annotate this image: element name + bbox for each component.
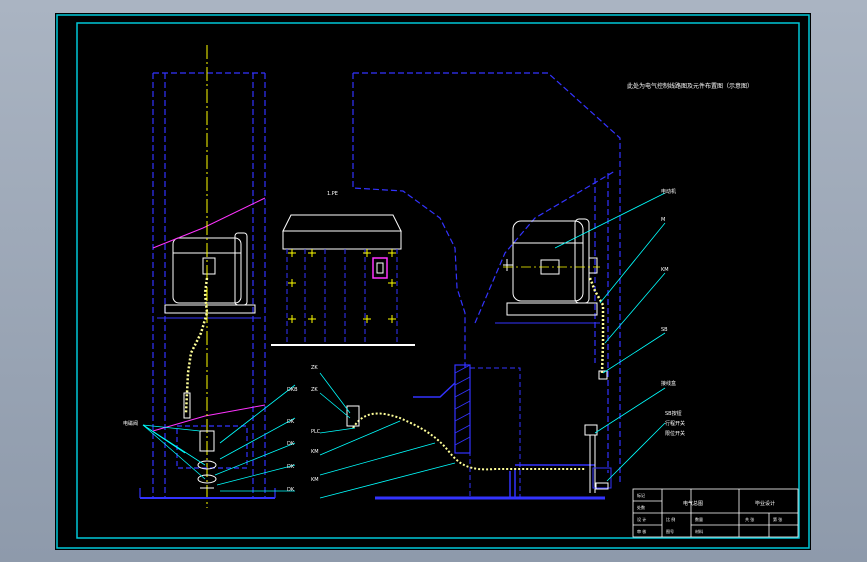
left-chain-end	[183, 392, 191, 419]
left-motor	[157, 232, 261, 319]
top-note: 此处为电气控制线路图及元件布置图（示意图）	[627, 82, 753, 90]
svg-text:标记: 标记	[637, 492, 645, 498]
svg-text:比 例: 比 例	[666, 516, 675, 522]
svg-text:DKB: DKB	[287, 387, 298, 393]
svg-text:M: M	[661, 217, 665, 223]
svg-text:审 核: 审 核	[637, 528, 646, 534]
svg-text:限位开关: 限位开关	[665, 430, 685, 437]
svg-text:KM: KM	[311, 477, 319, 483]
hatched-wall	[413, 364, 521, 499]
svg-text:电动机: 电动机	[661, 188, 676, 195]
svg-text:共 张: 共 张	[745, 516, 754, 522]
svg-text:SB按钮: SB按钮	[665, 410, 682, 417]
center-label: 1.PE	[327, 191, 338, 197]
svg-text:处数: 处数	[637, 504, 645, 510]
svg-text:行程开关: 行程开关	[665, 420, 685, 427]
left-column	[152, 72, 266, 498]
title-block	[632, 488, 799, 538]
svg-text:接线盒: 接线盒	[661, 380, 676, 387]
svg-text:DK: DK	[287, 419, 295, 425]
right-motor	[495, 218, 600, 324]
mid-callouts: DKB DK DK DK DK	[287, 387, 298, 493]
right-chain	[588, 277, 605, 374]
svg-text:第 张: 第 张	[773, 516, 782, 522]
title-design-cell: 毕业设计	[755, 500, 775, 507]
svg-text:图号: 图号	[666, 528, 674, 534]
right-junction	[584, 424, 612, 493]
svg-text:设 计: 设 计	[637, 516, 646, 522]
svg-text:DK: DK	[287, 487, 295, 493]
left-callout-label: 电磁阀	[123, 420, 138, 427]
svg-text:DK: DK	[287, 464, 295, 470]
inner-frame	[76, 22, 800, 539]
center-frame	[271, 214, 415, 346]
center-cable	[352, 412, 585, 471]
center-crosses	[288, 249, 396, 323]
drawing-sheet: 1.PE 电磁阀 DKB DK DK DK DK ZK ZK PLC KM KM…	[55, 13, 811, 550]
svg-text:ZK: ZK	[311, 387, 318, 393]
right-callouts: 电动机 M KM SB 接线盒	[661, 188, 676, 387]
left-magenta-slope-2	[152, 404, 266, 432]
cable-callouts: ZK ZK PLC KM KM	[311, 365, 321, 483]
svg-text:DK: DK	[287, 441, 295, 447]
svg-text:SB: SB	[661, 327, 668, 333]
center-switch	[372, 257, 388, 279]
svg-text:KM: KM	[311, 449, 319, 455]
svg-text:数量: 数量	[695, 516, 703, 522]
svg-text:材料: 材料	[695, 528, 703, 534]
right-callout-box: SB按钮 行程开关 限位开关	[665, 410, 685, 437]
title-name-cell: 电气总图	[683, 500, 703, 507]
center-plug	[346, 405, 360, 427]
svg-text:PLC: PLC	[311, 429, 321, 435]
left-magenta-slope-1	[152, 197, 266, 249]
press-body	[352, 72, 621, 483]
svg-text:KM: KM	[661, 267, 669, 273]
cad-drawing: 1.PE 电磁阀 DKB DK DK DK DK ZK ZK PLC KM KM…	[56, 14, 810, 549]
svg-text:ZK: ZK	[311, 365, 318, 371]
outer-frame	[56, 14, 810, 549]
